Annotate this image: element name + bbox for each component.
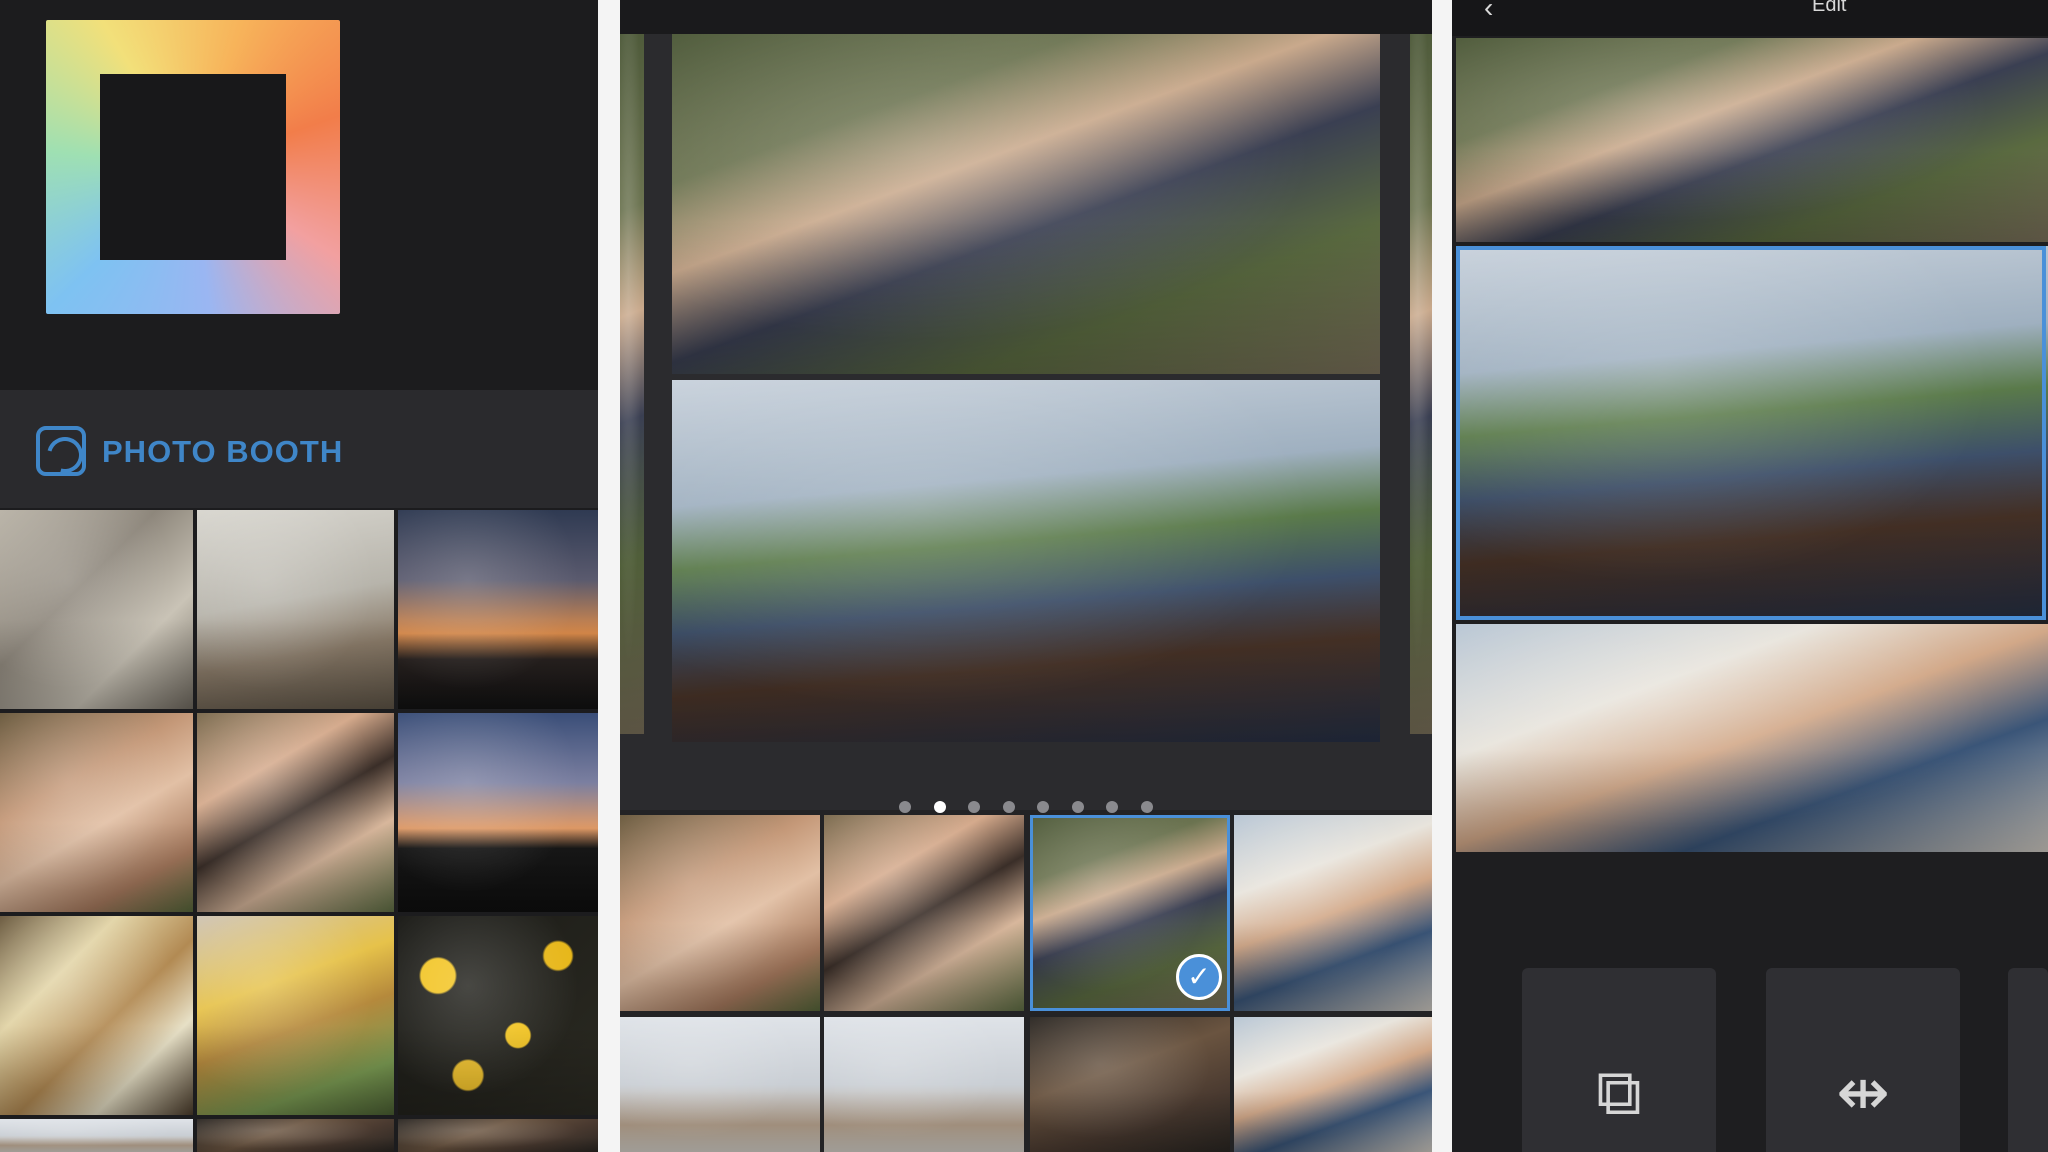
gallery-photo-rocks[interactable] [0,510,193,709]
gallery-photo-couple[interactable] [197,713,394,912]
replace-icon: ⧉ [1596,1056,1642,1128]
collage-home-panel: PHOTO BOOTH [0,0,598,1152]
layout-picker-panel [620,0,1432,1152]
gallery-photo-girl-smiling[interactable] [0,713,193,912]
layout-logo [46,20,340,314]
edit-top-bar: ‹ Edit [1452,0,2048,36]
edit-title: Edit [1812,0,1847,16]
mirror-icon: ⇹ [1836,1056,1890,1128]
thumb-photo-6[interactable] [824,1017,1024,1152]
thumb-photo-8[interactable] [1234,1017,1432,1152]
replace-tool-button[interactable]: ⧉ [1522,968,1716,1152]
thumb-photo-1[interactable] [620,815,820,1011]
page-dot[interactable] [968,801,981,813]
thumb-photo-2[interactable] [824,815,1024,1011]
page-dot[interactable] [1106,801,1119,813]
gallery-photo-pastries[interactable] [0,916,193,1115]
collage-photo-bottom[interactable] [672,380,1380,742]
back-chevron-icon[interactable]: ‹ [1484,0,1493,24]
gallery-photo-bike-leaves[interactable] [398,916,598,1115]
prev-layout-peek[interactable] [620,34,644,734]
logo-center [100,74,286,260]
edit-photo-middle[interactable] [1456,246,2048,620]
gallery-photo-palm-dusk[interactable] [398,713,598,912]
gallery-photo-beach-sitting[interactable] [197,510,394,709]
edit-photo-bottom[interactable] [1456,624,2048,852]
collage-photo-top[interactable] [672,34,1380,374]
thumb-photo-4[interactable] [1234,815,1432,1011]
gallery-photo-row4-3[interactable] [398,1119,598,1152]
gallery-photo-sunset[interactable] [398,510,598,709]
next-tool-button-peek[interactable] [2008,968,2048,1152]
gallery-photo-row4-1[interactable] [0,1119,193,1152]
next-layout-peek[interactable] [1410,34,1432,734]
gallery-photo-sunflower[interactable] [197,916,394,1115]
thumb-photo-7[interactable] [1030,1017,1230,1152]
page-dot[interactable] [1037,801,1050,813]
top-bar [620,0,1432,34]
page-dot[interactable] [1140,801,1153,813]
photo-booth-icon[interactable] [36,426,86,476]
edit-photo-top[interactable] [1456,38,2048,242]
layout-preview-stage [620,34,1432,813]
page-dot[interactable] [899,801,912,813]
mirror-tool-button[interactable]: ⇹ [1766,968,1960,1152]
edit-panel: ‹ Edit ⧉ ⇹ [1452,0,2048,1152]
page-dot[interactable] [1071,801,1084,813]
thumb-photo-5[interactable] [620,1017,820,1152]
checkmark-icon[interactable]: ✓ [1176,954,1222,1000]
page-dot-active[interactable] [933,801,946,813]
gallery-photo-row4-2[interactable] [197,1119,394,1152]
page-dot[interactable] [1002,801,1015,813]
photo-booth-label[interactable]: PHOTO BOOTH [102,434,343,470]
